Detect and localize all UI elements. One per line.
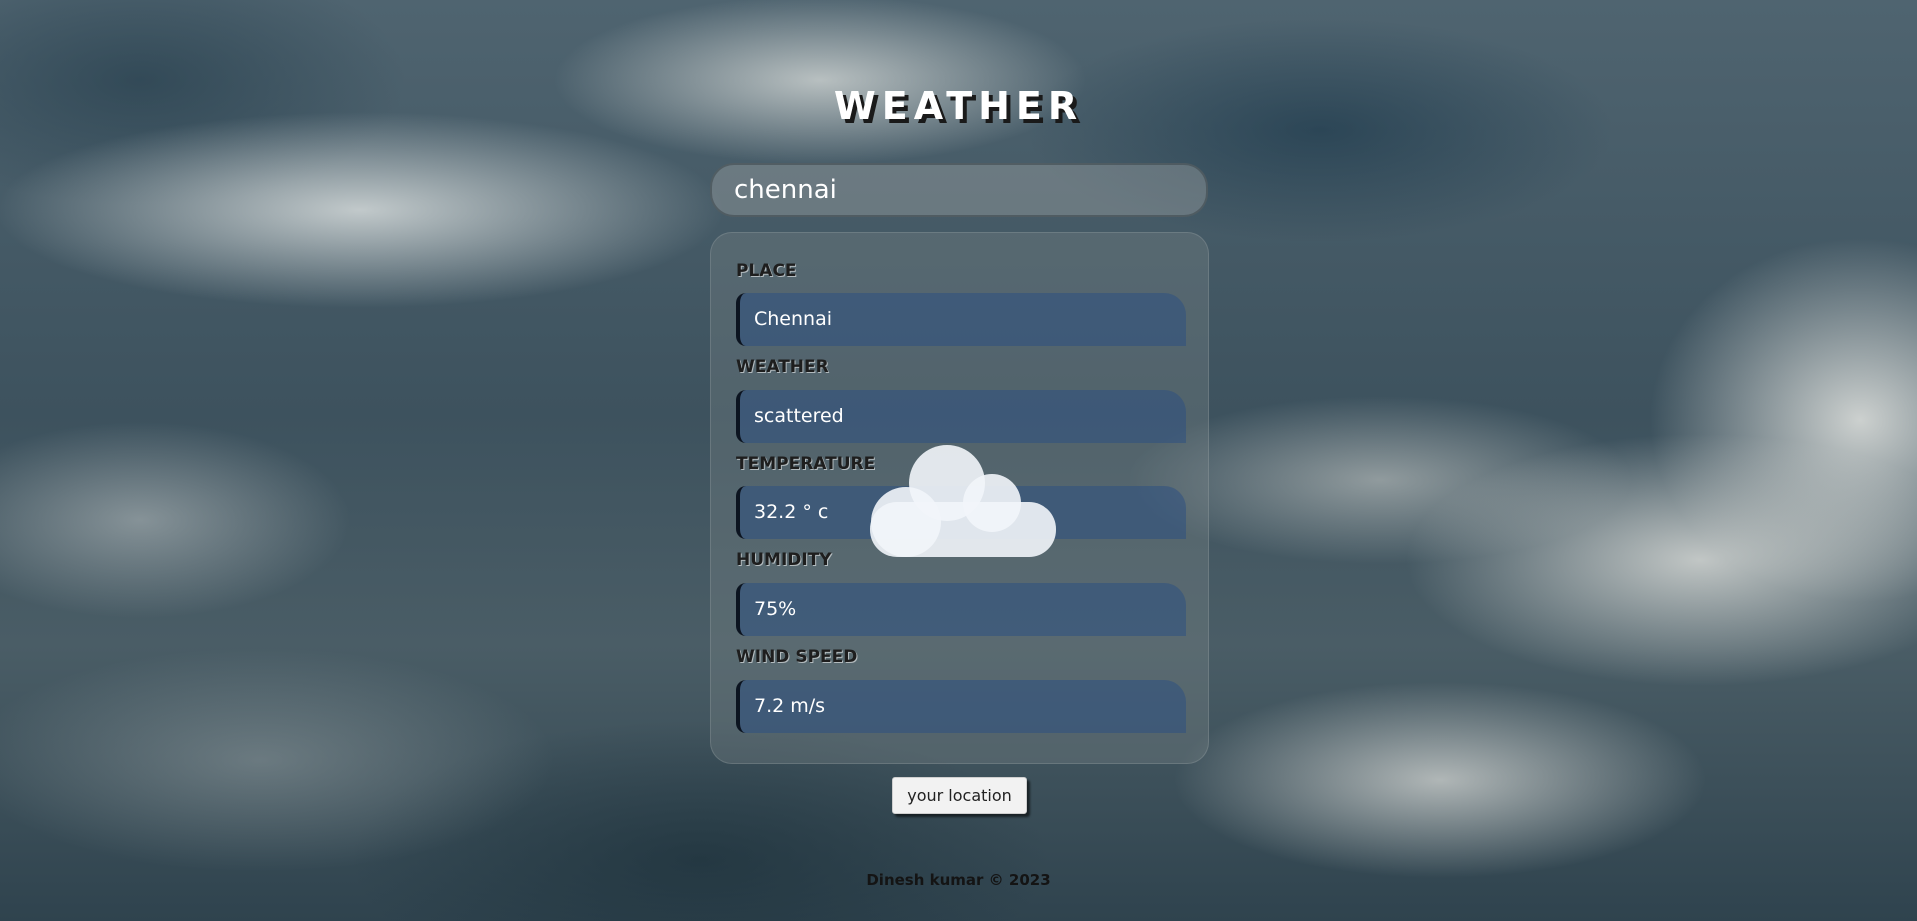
- temperature-label: TEMPERATURE: [736, 454, 876, 474]
- your-location-button[interactable]: your location: [892, 777, 1027, 814]
- place-value: Chennai: [736, 293, 1186, 346]
- wind-speed-label: WIND SPEED: [736, 647, 858, 667]
- wind-speed-value: 7.2 m/s: [736, 680, 1186, 733]
- humidity-label: HUMIDITY: [736, 550, 832, 570]
- search-input[interactable]: [710, 163, 1208, 217]
- place-label: PLACE: [736, 261, 797, 281]
- page-title: WEATHER: [833, 84, 1084, 128]
- footer-credit: Dinesh kumar © 2023: [866, 871, 1051, 889]
- cloud-icon: [870, 445, 1056, 557]
- humidity-value: 75%: [736, 583, 1186, 636]
- weather-label: WEATHER: [736, 357, 829, 377]
- weather-value: scattered: [736, 390, 1186, 443]
